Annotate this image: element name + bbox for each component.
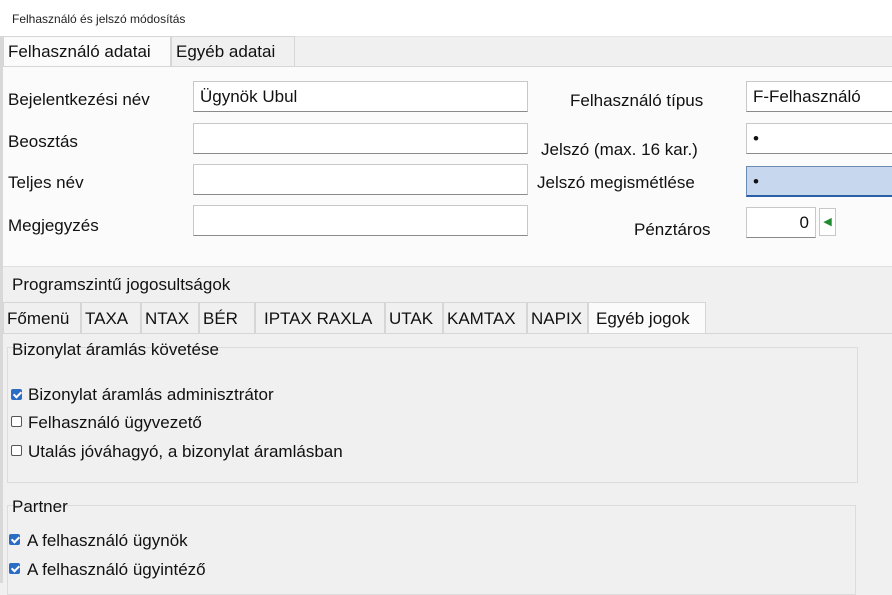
note-field[interactable] — [193, 205, 528, 236]
tab-other-rights[interactable]: Egyéb jogok — [588, 302, 706, 333]
tab-napix[interactable]: NAPIX — [527, 302, 588, 333]
login-label: Bejelentkezési név — [8, 90, 150, 109]
tab-utak[interactable]: UTAK — [385, 302, 443, 333]
password-label: Jelszó (max. 16 kar.) — [541, 140, 698, 159]
ceo-checkbox[interactable] — [11, 416, 22, 427]
cashier-label: Pénztáros — [634, 220, 711, 239]
tab-user-data[interactable]: Felhasználó adatai — [3, 36, 171, 67]
tab-kamtax[interactable]: KAMTAX — [443, 302, 527, 333]
workflow-admin-checkbox[interactable] — [11, 389, 22, 400]
administrator-checkbox[interactable] — [9, 563, 20, 574]
ceo-label[interactable]: Felhasználó ügyvezető — [28, 413, 202, 433]
tab-ntax[interactable]: NTAX — [141, 302, 199, 333]
permissions-title: Programszintű jogosultságok — [12, 275, 231, 294]
user-type-select[interactable]: F-Felhasználó — [746, 81, 892, 112]
user-type-label: Felhasználó típus — [570, 91, 704, 110]
tab-ber[interactable]: BÉR — [199, 302, 255, 333]
partner-group-title: Partner — [12, 497, 68, 516]
note-label: Megjegyzés — [8, 216, 99, 235]
password-field[interactable]: • — [746, 123, 892, 154]
agent-checkbox[interactable] — [9, 534, 20, 545]
window-title: Felhasználó és jelszó módosítás — [12, 12, 186, 26]
cashier-spinner[interactable]: 0 — [746, 207, 816, 238]
workflow-group-title: Bizonylat áramlás követése — [12, 340, 219, 359]
administrator-label[interactable]: A felhasználó ügyintéző — [27, 560, 206, 580]
transfer-approver-label[interactable]: Utalás jóváhagyó, a bizonylat áramlásban — [28, 442, 343, 462]
position-label: Beosztás — [8, 132, 78, 151]
title-bar: Felhasználó és jelszó módosítás — [0, 0, 892, 37]
tab-taxa[interactable]: TAXA — [81, 302, 141, 333]
arrow-left-icon[interactable]: ◀ — [819, 208, 836, 236]
tab-other-data[interactable]: Egyéb adatai — [171, 36, 295, 66]
workflow-admin-label[interactable]: Bizonylat áramlás adminisztrátor — [28, 385, 274, 405]
tab-iptax-raxla[interactable]: IPTAX RAXLA — [255, 302, 385, 333]
fullname-label: Teljes név — [8, 173, 84, 192]
agent-label[interactable]: A felhasználó ügynök — [27, 531, 188, 551]
password-repeat-field[interactable]: • — [746, 166, 892, 197]
login-name-field[interactable]: Ügynök Ubul — [193, 81, 528, 112]
permissions-header: Programszintű jogosultságok — [3, 266, 892, 303]
fullname-field[interactable] — [193, 164, 528, 195]
tab-fomenu[interactable]: Főmenü — [3, 302, 81, 333]
password-repeat-label: Jelszó megismétlése — [537, 173, 695, 192]
position-field[interactable] — [193, 123, 528, 154]
transfer-approver-checkbox[interactable] — [11, 445, 22, 456]
